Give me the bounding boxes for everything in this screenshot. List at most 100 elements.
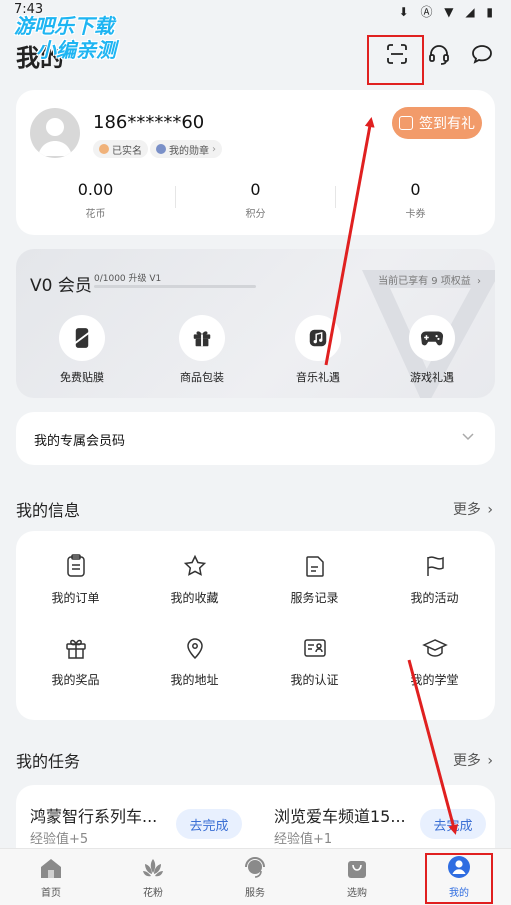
gift-box-icon bbox=[179, 315, 225, 361]
tab-label: 首页 bbox=[41, 888, 61, 899]
status-icons: ⬇ Ⓐ ▼ ◢ ▮ bbox=[398, 5, 497, 19]
lotus-icon bbox=[102, 849, 204, 879]
music-note-icon bbox=[295, 315, 341, 361]
badge-label: 我的勋章 bbox=[169, 145, 209, 157]
graduation-cap-icon bbox=[375, 635, 494, 661]
watermark: 游吧乐下载 小编亲测 bbox=[14, 14, 116, 62]
stat-points[interactable]: 0 积分 bbox=[176, 180, 335, 220]
stat-value: 0 bbox=[250, 180, 261, 199]
signin-label: 签到有礼 bbox=[419, 116, 475, 132]
verified-label: 已实名 bbox=[112, 145, 142, 157]
medal-icon bbox=[156, 144, 166, 154]
profile-card: 186******60 已实名 我的勋章 › 签到有礼 0.00 花币 0 积分… bbox=[16, 90, 495, 235]
phone-film-icon bbox=[59, 315, 105, 361]
annotation-box-scan bbox=[367, 35, 424, 85]
verified-tag[interactable]: 已实名 bbox=[93, 140, 148, 158]
document-icon bbox=[255, 553, 374, 579]
chevron-right-icon: › bbox=[212, 143, 216, 155]
gamepad-icon bbox=[409, 315, 455, 361]
calendar-icon bbox=[399, 116, 413, 130]
info-item-label: 我的学堂 bbox=[410, 673, 459, 687]
member-code-label: 我的专属会员码 bbox=[34, 434, 126, 449]
info-item-address[interactable]: 我的地址 bbox=[135, 635, 254, 688]
headset-icon[interactable] bbox=[425, 40, 453, 68]
info-item-academy[interactable]: 我的学堂 bbox=[375, 635, 494, 688]
bottom-tab-bar: 首页 花粉 服务 选购 我的 bbox=[0, 848, 511, 905]
stat-label: 积分 bbox=[245, 209, 266, 220]
watermark-line1: 游吧乐下载 bbox=[14, 14, 114, 38]
info-item-label: 我的订单 bbox=[51, 591, 100, 605]
chevron-right-icon: › bbox=[477, 276, 481, 287]
info-item-label: 我的收藏 bbox=[170, 591, 219, 605]
task-title: 鸿蒙智行系列车... bbox=[30, 807, 158, 826]
chevron-down-icon bbox=[461, 428, 475, 447]
clipboard-icon bbox=[16, 553, 135, 579]
vip-item-label: 游戏礼遇 bbox=[410, 371, 454, 384]
vip-item-label: 音乐礼遇 bbox=[296, 371, 340, 384]
tasks-section-title: 我的任务 bbox=[16, 752, 81, 771]
info-item-label: 服务记录 bbox=[290, 591, 339, 605]
stat-label: 花币 bbox=[85, 209, 106, 220]
vip-item-game[interactable]: 游戏礼遇 bbox=[392, 315, 472, 385]
watermark-line2: 小编亲测 bbox=[36, 38, 116, 62]
vip-item-label: 商品包装 bbox=[180, 371, 224, 384]
phone-number: 186******60 bbox=[93, 112, 205, 133]
tab-shop[interactable]: 选购 bbox=[306, 849, 408, 905]
id-card-icon bbox=[255, 635, 374, 661]
signin-button[interactable]: 签到有礼 bbox=[392, 107, 482, 139]
vip-rights-text: 当前已享有 9 项权益 bbox=[378, 276, 471, 287]
avatar[interactable] bbox=[30, 108, 80, 158]
vip-card[interactable]: V0 会员 0/1000 升级 V1 当前已享有 9 项权益 › 免费贴膜 商品… bbox=[16, 249, 495, 398]
task-complete-button[interactable]: 去完成 bbox=[176, 809, 242, 839]
stat-coins[interactable]: 0.00 花币 bbox=[16, 180, 175, 220]
stat-label: 卡券 bbox=[405, 209, 426, 220]
vip-item-package[interactable]: 商品包装 bbox=[162, 315, 242, 385]
home-icon bbox=[0, 849, 102, 879]
info-item-label: 我的地址 bbox=[170, 673, 219, 687]
stat-value: 0 bbox=[410, 180, 421, 199]
vip-item-music[interactable]: 音乐礼遇 bbox=[278, 315, 358, 385]
stat-value: 0.00 bbox=[77, 180, 114, 199]
info-item-label: 我的奖品 bbox=[51, 673, 100, 687]
task-subtitle: 经验值+1 bbox=[274, 832, 333, 847]
vip-rights-link[interactable]: 当前已享有 9 项权益 › bbox=[378, 272, 481, 287]
info-item-service-records[interactable]: 服务记录 bbox=[255, 553, 374, 606]
info-item-label: 我的活动 bbox=[410, 591, 459, 605]
vip-progress-text: 0/1000 升级 V1 bbox=[94, 274, 162, 284]
tasks-card: 鸿蒙智行系列车... 经验值+5 去完成 浏览爱车频道15... 经验值+1 去… bbox=[16, 785, 495, 855]
info-item-prizes[interactable]: 我的奖品 bbox=[16, 635, 135, 688]
vip-item-film[interactable]: 免费贴膜 bbox=[42, 315, 122, 385]
task-subtitle: 经验值+5 bbox=[30, 832, 89, 847]
info-section-title: 我的信息 bbox=[16, 501, 81, 520]
flag-icon bbox=[375, 553, 494, 579]
tab-label: 花粉 bbox=[143, 888, 163, 899]
tab-service[interactable]: 服务 bbox=[204, 849, 306, 905]
stat-coupons[interactable]: 0 卡券 bbox=[336, 180, 495, 220]
info-item-label: 我的认证 bbox=[290, 673, 339, 687]
annotation-box-mine-tab bbox=[425, 853, 493, 904]
vip-level-title: V0 会员 bbox=[30, 276, 92, 296]
tab-fans[interactable]: 花粉 bbox=[102, 849, 204, 905]
info-item-favorites[interactable]: 我的收藏 bbox=[135, 553, 254, 606]
member-code-card[interactable]: 我的专属会员码 bbox=[16, 412, 495, 465]
info-card: 我的订单 我的收藏 服务记录 我的活动 我的奖品 我的地址 我的认证 我的学堂 bbox=[16, 531, 495, 720]
chevron-right-icon: › bbox=[487, 502, 493, 518]
info-item-orders[interactable]: 我的订单 bbox=[16, 553, 135, 606]
more-label: 更多 bbox=[452, 753, 481, 769]
info-item-certification[interactable]: 我的认证 bbox=[255, 635, 374, 688]
badge-tag[interactable]: 我的勋章 › bbox=[150, 140, 222, 158]
task-title: 浏览爱车频道15... bbox=[274, 807, 406, 826]
task-complete-button[interactable]: 去完成 bbox=[420, 809, 486, 839]
message-icon[interactable] bbox=[468, 40, 496, 68]
tab-home[interactable]: 首页 bbox=[0, 849, 102, 905]
shopping-bag-icon bbox=[306, 849, 408, 879]
tab-label: 服务 bbox=[245, 888, 265, 899]
headset-service-icon bbox=[204, 849, 306, 879]
info-more-link[interactable]: 更多 › bbox=[453, 499, 493, 519]
tasks-more-link[interactable]: 更多 › bbox=[453, 750, 493, 770]
tab-label: 选购 bbox=[347, 888, 367, 899]
vip-progress-bar bbox=[94, 285, 256, 288]
gift-icon bbox=[16, 635, 135, 661]
vip-item-label: 免费贴膜 bbox=[60, 371, 104, 384]
info-item-activities[interactable]: 我的活动 bbox=[375, 553, 494, 606]
